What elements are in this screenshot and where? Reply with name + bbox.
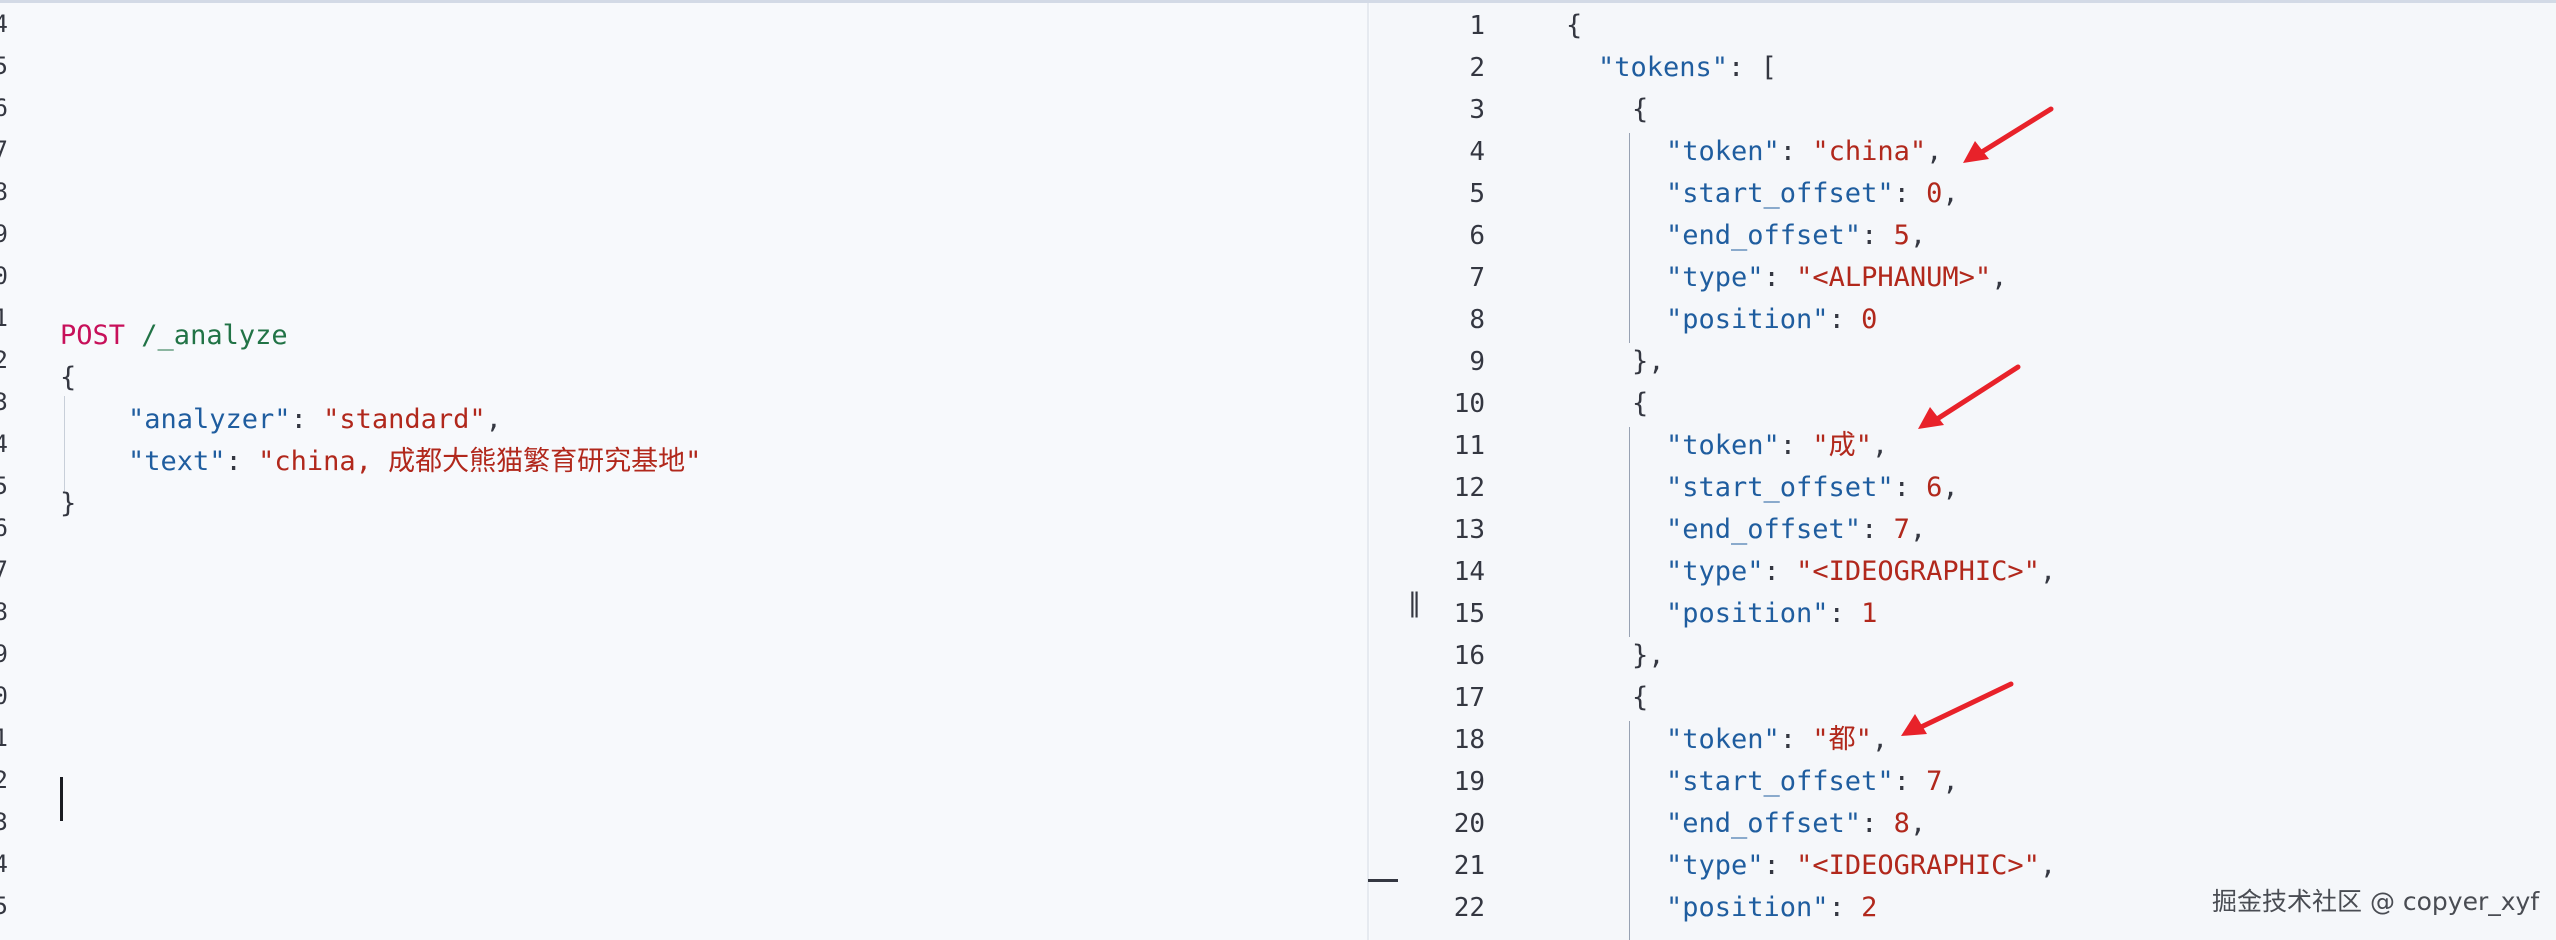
json-line: "start_offset": 7,: [1666, 766, 1959, 797]
json-line: {: [1566, 10, 1583, 41]
request-line-method[interactable]: POST /_analyze: [60, 315, 288, 357]
json-line: "type": "<ALPHANUM>",: [1666, 262, 2008, 293]
resize-handle-icon[interactable]: ‖: [1408, 588, 1421, 618]
line-number: 8: [1469, 305, 1485, 335]
field-key: "analyzer": [128, 404, 291, 435]
json-key: "tokens": [1598, 52, 1729, 83]
line-number: 8: [0, 178, 8, 206]
line-number: 16: [1453, 641, 1485, 671]
line-number: 9: [0, 640, 8, 668]
json-line: "end_offset": 5,: [1666, 220, 1927, 251]
line-number: 3: [0, 388, 8, 416]
line-number: 20: [1453, 809, 1485, 839]
open-brace: {: [60, 362, 77, 393]
request-path: /_analyze: [141, 320, 288, 351]
json-line: "end_offset": 8,: [1666, 808, 1927, 839]
line-number: 2: [0, 346, 8, 374]
field-value: "standard": [323, 404, 486, 435]
json-line: {: [1632, 94, 1649, 125]
line-number: 9: [1469, 347, 1485, 377]
line-number: 11: [1453, 431, 1485, 461]
line-number: 5: [0, 472, 8, 500]
json-line: "token": "都",: [1666, 724, 1889, 755]
pane-resizer[interactable]: [1370, 3, 1425, 940]
line-number: 15: [1453, 599, 1485, 629]
line-number: 4: [1469, 137, 1485, 167]
line-number: 8: [0, 598, 8, 626]
request-field[interactable]: "analyzer": "standard",: [128, 399, 502, 441]
token-value: "都": [1812, 724, 1872, 755]
line-number: 1: [1469, 11, 1485, 41]
line-number: 14: [1453, 557, 1485, 587]
json-line: "position": 2: [1666, 892, 1878, 923]
watermark: 掘金技术社区 @ copyer_xyf: [2212, 887, 2540, 916]
response-gutter: 1 2 3 4 5 6 7 8 9 10 11 12 13 14 15 16 1…: [1425, 3, 1505, 940]
json-line: "tokens": [: [1598, 52, 1777, 83]
token-value: "成": [1812, 430, 1872, 461]
line-number: 0: [0, 262, 8, 290]
line-number: 19: [1453, 767, 1485, 797]
field-key: "text": [128, 446, 226, 477]
request-field[interactable]: "text": "china, 成都大熊猫繁育研究基地": [128, 441, 701, 483]
line-number: 5: [0, 52, 8, 80]
line-number: 22: [1453, 893, 1485, 923]
line-number: 5: [1469, 179, 1485, 209]
line-number: 4: [0, 850, 8, 878]
line-number: 7: [0, 556, 8, 584]
line-number: 6: [0, 94, 8, 122]
indent-guide: [1629, 133, 1630, 343]
line-number: 0: [0, 682, 8, 710]
json-line: {: [1632, 388, 1649, 419]
indent-guide: [64, 396, 65, 492]
line-number: 3: [1469, 95, 1485, 125]
request-editor[interactable]: 4 5 6 7 8 9 0 1 2 3 4 5 6 7 8 9 0 1 2 3 …: [0, 3, 1367, 940]
json-line: "token": "成",: [1666, 430, 1889, 461]
json-line: "position": 1: [1666, 598, 1878, 629]
indent-guide: [1629, 427, 1630, 637]
line-number: 9: [0, 220, 8, 248]
line-number: 10: [1453, 389, 1485, 419]
line-number: 6: [0, 514, 8, 542]
json-line: "position": 0: [1666, 304, 1878, 335]
collapse-dash-icon[interactable]: [1368, 879, 1398, 882]
json-line: },: [1632, 640, 1665, 671]
line-number: 12: [1453, 473, 1485, 503]
json-line: },: [1632, 346, 1665, 377]
line-number: 2: [1469, 53, 1485, 83]
field-value: "china, 成都大熊猫繁育研究基地": [258, 446, 702, 477]
line-number: 13: [1453, 515, 1485, 545]
json-line: "end_offset": 7,: [1666, 514, 1927, 545]
request-line-close[interactable]: }: [60, 483, 76, 525]
line-number: 2: [0, 766, 8, 794]
close-brace: }: [60, 488, 77, 519]
token-value: "china": [1812, 136, 1927, 167]
red-arrow-icon: [1963, 106, 2054, 163]
line-number: 7: [0, 136, 8, 164]
line-number: 5: [0, 892, 8, 920]
line-number: 6: [1469, 221, 1485, 251]
json-line: "start_offset": 0,: [1666, 178, 1959, 209]
http-method: POST: [60, 320, 126, 351]
pane-divider: [1367, 3, 1369, 940]
line-number: 3: [0, 808, 8, 836]
line-number: 4: [0, 10, 8, 38]
json-line: {: [1632, 682, 1649, 713]
red-arrow-icon: [1901, 681, 2014, 736]
json-line: "type": "<IDEOGRAPHIC>",: [1666, 850, 2057, 881]
red-arrow-icon: [1918, 364, 2021, 429]
line-number: 21: [1453, 851, 1485, 881]
line-number: 7: [1469, 263, 1485, 293]
line-number: 1: [0, 304, 8, 332]
line-number: 1: [0, 724, 8, 752]
line-number: 4: [0, 430, 8, 458]
json-line: "type": "<IDEOGRAPHIC>",: [1666, 556, 2057, 587]
line-number: 17: [1453, 683, 1485, 713]
request-line-open[interactable]: {: [60, 357, 76, 399]
text-cursor: [60, 777, 63, 821]
indent-guide: [1629, 721, 1630, 940]
json-line: "start_offset": 6,: [1666, 472, 1959, 503]
json-line: "token": "china",: [1666, 136, 1943, 167]
line-number: 18: [1453, 725, 1485, 755]
